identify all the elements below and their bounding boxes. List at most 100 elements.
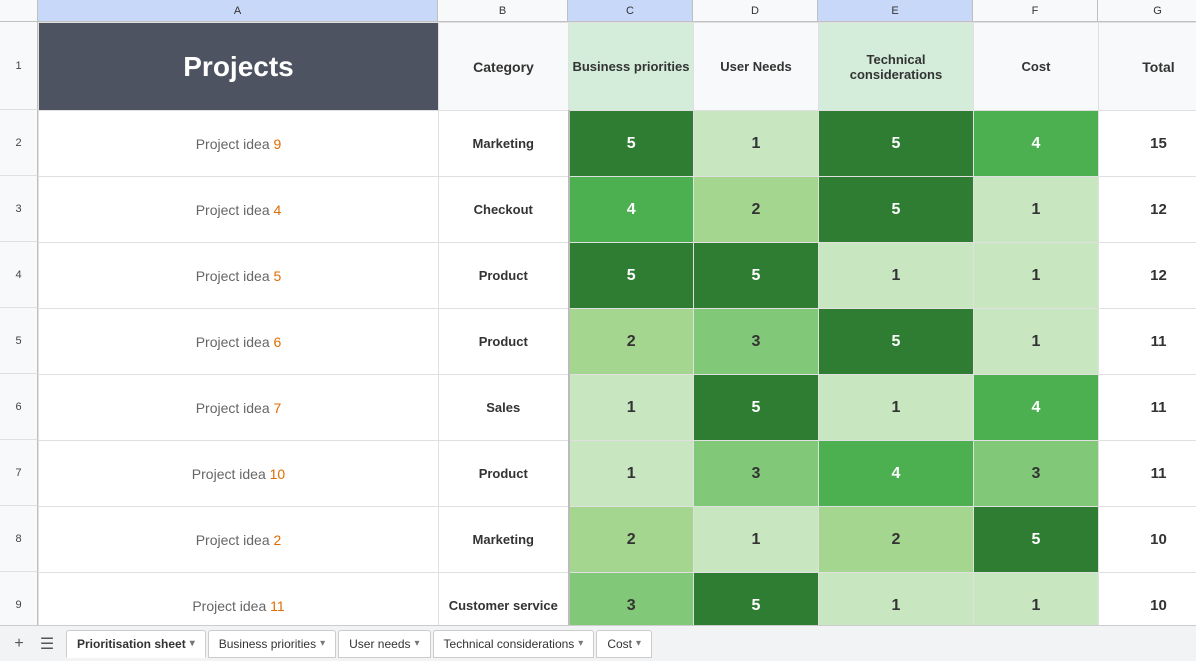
col-header-B[interactable]: B <box>438 0 568 21</box>
category-cell[interactable]: Marketing <box>439 111 569 177</box>
col-header-E[interactable]: E <box>818 0 973 21</box>
tab-dropdown-arrow[interactable]: ▾ <box>190 638 195 649</box>
sheet-tab[interactable]: Technical considerations▾ <box>433 630 595 658</box>
table-row: Project idea 11 Customer service 3 5 1 1… <box>39 573 1196 626</box>
sheet-tab-label: Business priorities <box>219 637 316 651</box>
category-cell[interactable]: Product <box>439 243 569 309</box>
cost-cell[interactable]: 1 <box>974 177 1099 243</box>
col-header-A[interactable]: A <box>38 0 438 21</box>
row-header-8[interactable]: 8 <box>0 506 38 572</box>
col-header-F[interactable]: F <box>973 0 1098 21</box>
sheet-tab-label: User needs <box>349 637 410 651</box>
bp-cell[interactable]: 1 <box>569 441 694 507</box>
category-cell[interactable]: Product <box>439 441 569 507</box>
tc-cell[interactable]: 1 <box>819 375 974 441</box>
category-cell[interactable]: Marketing <box>439 507 569 573</box>
table-row: Project idea 10 Product 1 3 4 3 11 <box>39 441 1196 507</box>
sheet-tab[interactable]: Prioritisation sheet▾ <box>66 630 206 658</box>
total-header: Total <box>1099 23 1196 111</box>
table-row: Project idea 9 Marketing 5 1 5 4 15 <box>39 111 1196 177</box>
grid-area: 1 2 3 4 5 6 7 8 9 <box>0 22 1196 625</box>
spreadsheet-container: A B C D E F G 1 2 3 4 5 6 7 8 9 <box>0 0 1196 661</box>
tab-dropdown-arrow[interactable]: ▾ <box>636 638 641 649</box>
tc-cell[interactable]: 1 <box>819 243 974 309</box>
project-name-cell[interactable]: Project idea 7 <box>39 375 439 441</box>
sheet-list-button[interactable]: ☰ <box>36 633 58 655</box>
bp-cell[interactable]: 3 <box>569 573 694 626</box>
projects-label: Projects <box>183 51 294 82</box>
main-table: Projects Category Business priorities Us… <box>38 22 1196 625</box>
project-name-cell[interactable]: Project idea 2 <box>39 507 439 573</box>
total-cell: 11 <box>1099 375 1196 441</box>
un-cell[interactable]: 3 <box>694 309 819 375</box>
tc-cell[interactable]: 5 <box>819 111 974 177</box>
bp-cell[interactable]: 2 <box>569 309 694 375</box>
sheet-tab[interactable]: Business priorities ▾ <box>208 630 336 658</box>
bp-cell[interactable]: 4 <box>569 177 694 243</box>
table-row: Project idea 7 Sales 1 5 1 4 11 <box>39 375 1196 441</box>
cost-cell[interactable]: 5 <box>974 507 1099 573</box>
tc-cell[interactable]: 4 <box>819 441 974 507</box>
un-cell[interactable]: 5 <box>694 243 819 309</box>
un-header-label: User Needs <box>720 59 792 74</box>
tab-dropdown-arrow[interactable]: ▾ <box>320 638 325 649</box>
category-cell[interactable]: Checkout <box>439 177 569 243</box>
tc-cell[interactable]: 5 <box>819 177 974 243</box>
row-header-2[interactable]: 2 <box>0 110 38 176</box>
col-header-G[interactable]: G <box>1098 0 1196 21</box>
cost-cell[interactable]: 1 <box>974 573 1099 626</box>
project-name-cell[interactable]: Project idea 9 <box>39 111 439 177</box>
add-sheet-button[interactable]: + <box>8 633 30 655</box>
un-cell[interactable]: 5 <box>694 375 819 441</box>
projects-title: Projects <box>39 23 439 111</box>
tc-cell[interactable]: 5 <box>819 309 974 375</box>
project-name-cell[interactable]: Project idea 11 <box>39 573 439 626</box>
cost-cell[interactable]: 3 <box>974 441 1099 507</box>
category-cell[interactable]: Product <box>439 309 569 375</box>
tc-header: Technical considerations <box>819 23 974 111</box>
row-headers: 1 2 3 4 5 6 7 8 9 <box>0 22 38 625</box>
table-row: Project idea 4 Checkout 4 2 5 1 12 <box>39 177 1196 243</box>
row-header-6[interactable]: 6 <box>0 374 38 440</box>
tc-cell[interactable]: 1 <box>819 573 974 626</box>
sheet-tab-label: Cost <box>607 637 632 651</box>
cost-cell[interactable]: 1 <box>974 243 1099 309</box>
un-cell[interactable]: 2 <box>694 177 819 243</box>
un-cell[interactable]: 1 <box>694 507 819 573</box>
sheet-tab[interactable]: User needs ▾ <box>338 630 430 658</box>
row-header-5[interactable]: 5 <box>0 308 38 374</box>
bp-header: Business priorities <box>569 23 694 111</box>
tab-dropdown-arrow[interactable]: ▾ <box>415 638 420 649</box>
row-header-9[interactable]: 9 <box>0 572 38 625</box>
cost-cell[interactable]: 4 <box>974 375 1099 441</box>
total-cell: 10 <box>1099 573 1196 626</box>
category-cell[interactable]: Sales <box>439 375 569 441</box>
bp-cell[interactable]: 2 <box>569 507 694 573</box>
project-name-cell[interactable]: Project idea 10 <box>39 441 439 507</box>
sheet-tab[interactable]: Cost ▾ <box>596 630 652 658</box>
tc-cell[interactable]: 2 <box>819 507 974 573</box>
project-name-cell[interactable]: Project idea 4 <box>39 177 439 243</box>
bp-cell[interactable]: 5 <box>569 111 694 177</box>
row-header-4[interactable]: 4 <box>0 242 38 308</box>
un-cell[interactable]: 5 <box>694 573 819 626</box>
row-header-1[interactable]: 1 <box>0 22 38 110</box>
bp-header-label: Business priorities <box>572 59 689 74</box>
tab-dropdown-arrow[interactable]: ▾ <box>578 638 583 649</box>
project-name-cell[interactable]: Project idea 6 <box>39 309 439 375</box>
corner-cell <box>0 0 38 21</box>
row-header-7[interactable]: 7 <box>0 440 38 506</box>
table-row: Project idea 6 Product 2 3 5 1 11 <box>39 309 1196 375</box>
un-cell[interactable]: 3 <box>694 441 819 507</box>
bp-cell[interactable]: 1 <box>569 375 694 441</box>
un-cell[interactable]: 1 <box>694 111 819 177</box>
row-header-3[interactable]: 3 <box>0 176 38 242</box>
cost-cell[interactable]: 1 <box>974 309 1099 375</box>
category-header-label: Category <box>473 59 534 75</box>
bp-cell[interactable]: 5 <box>569 243 694 309</box>
project-name-cell[interactable]: Project idea 5 <box>39 243 439 309</box>
cost-cell[interactable]: 4 <box>974 111 1099 177</box>
col-header-D[interactable]: D <box>693 0 818 21</box>
col-header-C[interactable]: C <box>568 0 693 21</box>
category-cell[interactable]: Customer service <box>439 573 569 626</box>
